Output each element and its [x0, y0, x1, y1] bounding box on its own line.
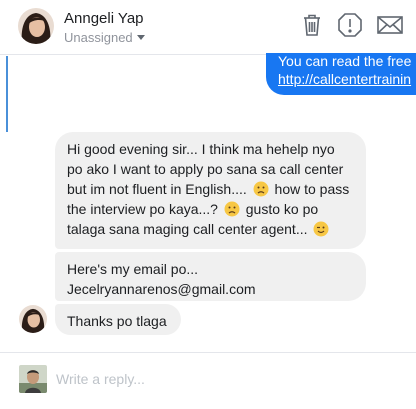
assignee-label: Unassigned [64, 30, 133, 45]
contact-avatar[interactable] [18, 8, 54, 44]
sent-message-text: You can read the free [278, 53, 412, 69]
sender-avatar [19, 305, 47, 333]
envelope-icon[interactable] [376, 12, 404, 38]
assignee-dropdown[interactable]: Unassigned [64, 30, 145, 45]
trash-icon[interactable] [299, 12, 325, 38]
conversation-header: Anngeli Yap Unassigned [0, 0, 416, 55]
reply-input[interactable] [56, 367, 396, 391]
thread-indicator [6, 56, 8, 132]
email-text: Jecelryannarenos@gmail.com [67, 281, 256, 297]
received-message-bubble: Hi good evening sir... I think ma hehelp… [55, 132, 366, 249]
message-text: Here's my email po... [67, 261, 199, 277]
chevron-down-icon [136, 35, 145, 40]
wink-face-emoji-icon [313, 221, 329, 237]
contact-name[interactable]: Anngeli Yap [64, 10, 144, 27]
alert-icon[interactable] [337, 12, 363, 38]
reply-composer [0, 352, 416, 409]
received-message-bubble: Thanks po tlaga [55, 304, 181, 335]
received-message-bubble: Here's my email po... Jecelryannarenos@g… [55, 252, 366, 301]
sent-message-link[interactable]: http://callcentertrainin [278, 69, 416, 89]
sent-message-bubble: You can read the free http://callcentert… [266, 53, 416, 95]
worried-face-emoji-icon [224, 201, 240, 217]
message-text: Thanks po tlaga [67, 313, 167, 329]
worried-face-emoji-icon [253, 181, 269, 197]
my-avatar [19, 365, 47, 393]
